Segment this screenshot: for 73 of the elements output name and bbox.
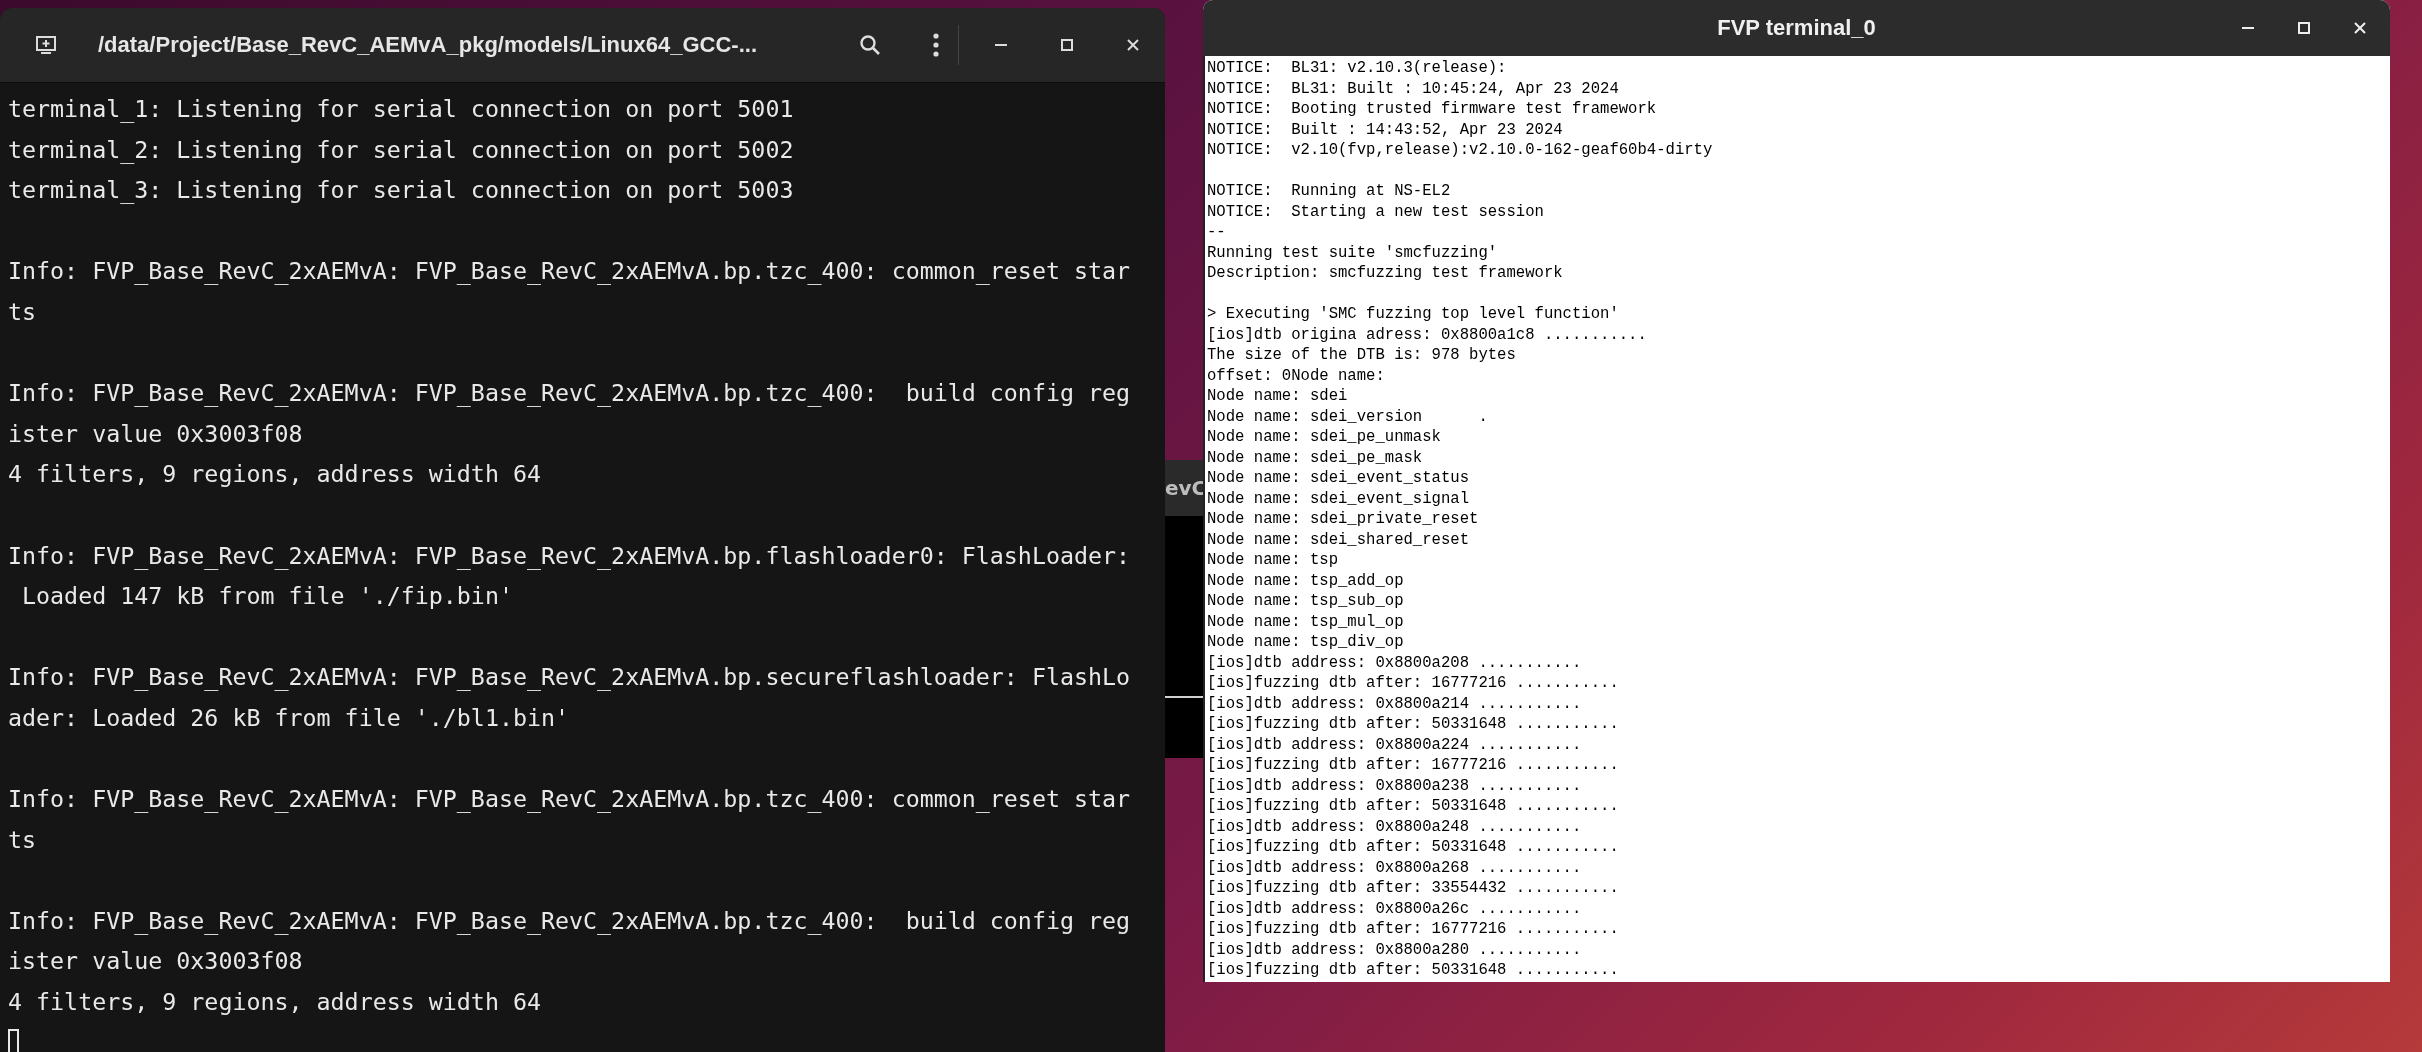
close-icon (1126, 38, 1140, 52)
terminal-line: [ios]fuzzing dtb after: 16777216 ........... (1207, 755, 1620, 776)
terminal-line: NOTICE: Running at NS-EL2 (1207, 181, 1452, 202)
terminal-line: Node name: tsp_div_op (1207, 632, 1405, 653)
terminal-line: [ios]fuzzing dtb after: 50331648 ........... (1207, 960, 1620, 981)
terminal-line: Info: FVP_Base_RevC_2xAEMvA: FVP_Base_RevC_2xAEMvA.bp.tzc_400: common_reset star (8, 256, 1132, 287)
terminal-line: Node name: tsp (1207, 550, 1339, 571)
new-tab-icon (35, 35, 57, 55)
terminal-line: Node name: tsp_add_op (1207, 570, 1405, 591)
terminal-line: offset: 0Node name: (1207, 365, 1386, 386)
terminal-line: 4 filters, 9 regions, address width 64 (8, 459, 542, 490)
terminal-line: ister value 0x3003f08 (8, 946, 304, 977)
close-icon (2353, 21, 2367, 35)
terminal-line: Running test suite 'smcfuzzing' (1207, 242, 1499, 263)
terminal-line: Node name: tsp_sub_op (1207, 591, 1405, 612)
terminal-line: ts (8, 296, 38, 327)
terminal-line: Info: FVP_Base_RevC_2xAEMvA: FVP_Base_RevC_2xAEMvA.bp.tzc_400: common_reset star (8, 784, 1132, 815)
terminal-line: [ios]fuzzing dtb after: 50331648 ........... (1207, 837, 1620, 858)
terminal-line: Info: FVP_Base_RevC_2xAEMvA: FVP_Base_RevC_2xAEMvA.bp.flashloader0: FlashLoader: (8, 540, 1132, 572)
text-cursor (8, 1028, 19, 1052)
search-icon (859, 34, 881, 56)
terminal-line: Node name: sdei_private_reset (1207, 509, 1480, 530)
terminal-line: Description: smcfuzzing test framework (1207, 263, 1564, 284)
terminal-line: NOTICE: Starting a new test session (1207, 201, 1545, 222)
terminal-line: [ios]dtb address: 0x8800a268 ........... (1207, 857, 1583, 878)
terminal-line: Loaded 147 kB from file './fip.bin' (21, 581, 514, 612)
terminal-line: [ios]dtb address: 0x8800a208 ........... (1207, 652, 1583, 673)
terminal-line: terminal_2: Listening for serial connection on port 5002 (8, 134, 795, 166)
terminal-line: [ios]dtb address: 0x8800a26c ........... (1207, 898, 1583, 919)
terminal-line: terminal_3: Listening for serial connection on port 5003 (8, 175, 795, 206)
terminal-line: ts (8, 824, 38, 855)
maximize-icon (1060, 38, 1074, 52)
terminal-line: 4 filters, 9 regions, address width 64 (8, 987, 542, 1018)
terminal-line: -- (1207, 222, 1227, 243)
minimize-icon (2242, 27, 2254, 29)
terminal-line: [ios]fuzzing dtb after: 16777216 ........... (1207, 673, 1620, 694)
terminal-line: [ios]dtb address: 0x8800a280 ........... (1207, 939, 1583, 960)
terminal-line: Info: FVP_Base_RevC_2xAEMvA: FVP_Base_RevC_2xAEMvA.bp.tzc_400: build config reg (8, 905, 1132, 937)
menu-icon (933, 33, 939, 57)
terminal-line: NOTICE: BL31: v2.10.3(release): (1207, 58, 1508, 79)
terminal-line: [ios]dtb address: 0x8800a238 ........... (1207, 775, 1583, 796)
terminal-line: [ios]dtb address: 0x8800a224 ........... (1207, 734, 1583, 755)
terminal-line: [ios]fuzzing dtb after: 33554432 ........... (1207, 878, 1620, 899)
terminal-line: Node name: sdei_pe_unmask (1207, 427, 1442, 448)
terminal-line: NOTICE: v2.10(fvp,release):v2.10.0-162-geaf60b4-dirty (1207, 140, 1714, 161)
terminal-line: [ios]fuzzing dtb after: 16777216 ........... (1207, 919, 1620, 940)
window-title: /data/Project/Base_RevC_AEMvA_pkg/models/Linux64_GCC-... (98, 32, 757, 58)
background-window-title: evC (1165, 460, 1203, 516)
terminal-line: [ios]dtb address: 0x8800a248 ........... (1207, 816, 1583, 837)
minimize-icon (995, 44, 1007, 46)
terminal-line: NOTICE: Built : 14:43:52, Apr 23 2024 (1207, 119, 1564, 140)
terminal-line: Info: FVP_Base_RevC_2xAEMvA: FVP_Base_RevC_2xAEMvA.bp.tzc_400: build config reg (8, 378, 1132, 409)
terminal-line: [ios]fuzzing dtb after: 50331648 ........... (1207, 796, 1620, 817)
terminal-line: Node name: sdei_event_signal (1207, 488, 1471, 509)
terminal-line: Node name: sdei (1207, 386, 1349, 407)
terminal-line: Node name: sdei_version . (1207, 406, 1489, 427)
terminal-line: [ios]dtb address: 0x8800a214 ........... (1207, 693, 1583, 714)
maximize-icon (2297, 21, 2311, 35)
terminal-line: Info: FVP_Base_RevC_2xAEMvA: FVP_Base_RevC_2xAEMvA.bp.secureflashloader: FlashLo (8, 662, 1132, 693)
terminal-line: terminal_1: Listening for serial connection on port 5001 (8, 94, 795, 125)
terminal-line: [ios]dtb origina adress: 0x8800a1c8 ........... (1207, 324, 1648, 345)
terminal-line: NOTICE: BL31: Built : 10:45:24, Apr 23 2024 (1207, 78, 1620, 99)
terminal-line: Node name: sdei_shared_reset (1207, 529, 1471, 550)
terminal-line: ister value 0x3003f08 (8, 418, 304, 449)
terminal-line: Node name: tsp_mul_op (1207, 611, 1405, 632)
terminal-line: Node name: sdei_pe_mask (1207, 447, 1424, 468)
window-title: FVP terminal_0 (1717, 15, 1876, 41)
terminal-line: > Executing 'SMC fuzzing top level function' (1207, 304, 1620, 325)
terminal-line: [ios]fuzzing dtb after: 50331648 ........... (1207, 714, 1620, 735)
terminal-line: Node name: sdei_event_status (1207, 468, 1471, 489)
terminal-line: The size of the DTB is: 978 bytes (1207, 345, 1517, 366)
terminal-line: ader: Loaded 26 kB from file './bl1.bin' (8, 702, 571, 733)
terminal-line: NOTICE: Booting trusted firmware test framework (1207, 99, 1658, 120)
